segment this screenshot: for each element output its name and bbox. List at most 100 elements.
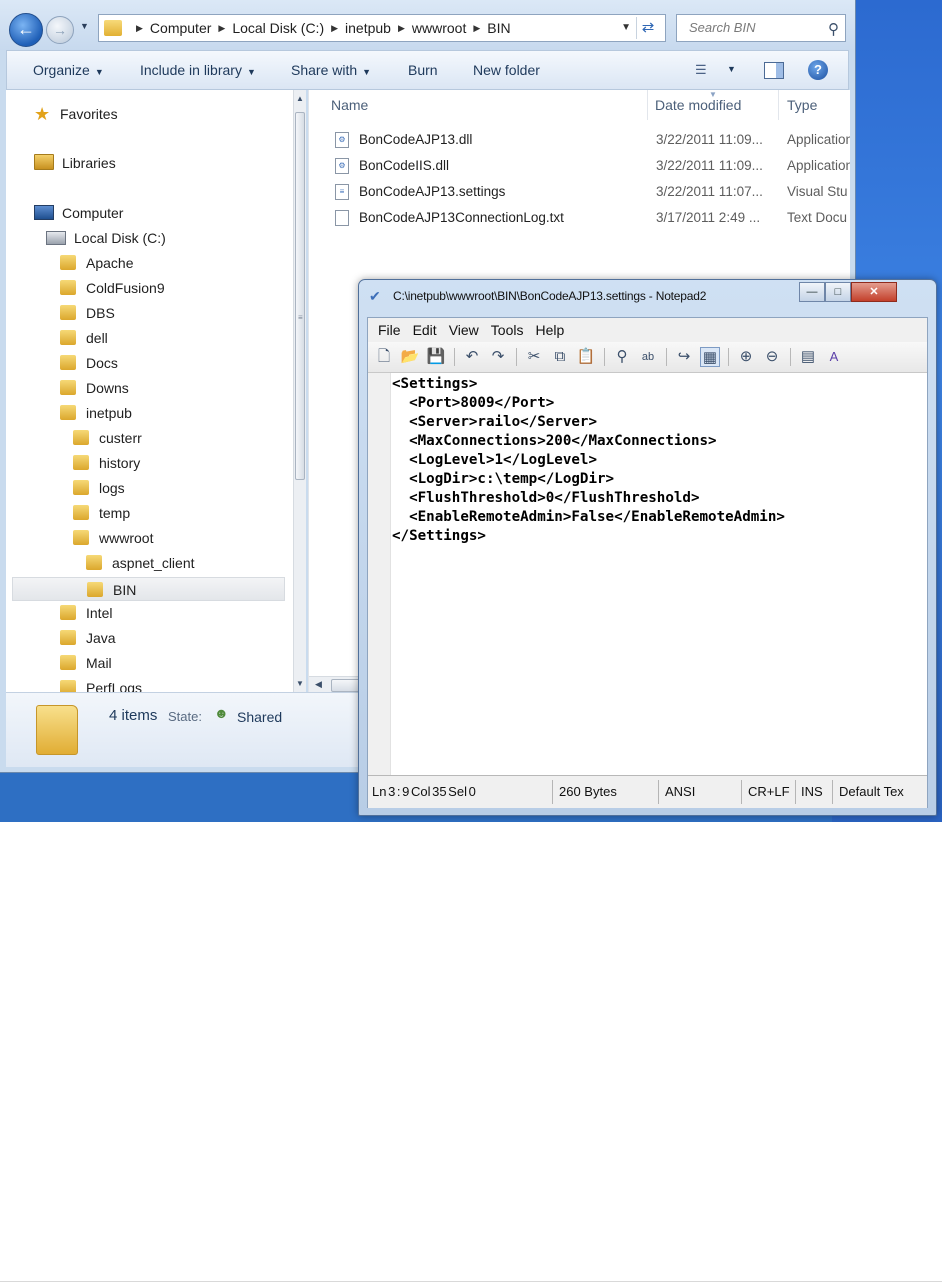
preview-pane-icon[interactable]	[764, 62, 784, 79]
nav-favorites[interactable]: ★ Favorites	[34, 102, 118, 126]
include-in-library-menu[interactable]: Include in library ▼	[140, 51, 256, 89]
star-icon: ★	[34, 104, 51, 124]
scroll-down-icon[interactable]: ▼	[296, 679, 304, 688]
search-icon[interactable]: ⚲	[828, 17, 839, 43]
folder-icon	[60, 605, 76, 620]
status-scheme[interactable]: Default Tex	[839, 776, 919, 808]
breadcrumb-bin[interactable]: BIN	[487, 20, 510, 36]
menu-help[interactable]: Help	[535, 322, 564, 338]
address-history-dropdown-icon[interactable]: ▼	[621, 22, 631, 33]
shared-users-icon: ☻	[214, 705, 229, 721]
nav-scroll-thumb[interactable]: ≡	[295, 112, 305, 480]
menu-tools[interactable]: Tools	[491, 322, 524, 338]
scheme-config-icon[interactable]: ▤	[798, 347, 818, 367]
text-editor[interactable]: <Settings> <Port>8009</Port> <Server>rai…	[368, 373, 927, 775]
status-line-endings[interactable]: CR+LF	[748, 776, 790, 808]
nav-folder-temp[interactable]: temp	[73, 501, 130, 525]
copy-icon[interactable]: ⧉	[550, 347, 570, 367]
nav-folder-docs[interactable]: Docs	[60, 351, 118, 375]
burn-button[interactable]: Burn	[408, 51, 438, 89]
nav-local-disk[interactable]: Local Disk (C:)	[46, 226, 166, 250]
forward-button[interactable]: →	[46, 16, 74, 44]
chevron-right-icon[interactable]: ▶	[398, 23, 405, 34]
help-icon[interactable]: ?	[808, 60, 828, 80]
file-row[interactable]: ≡ BonCodeAJP13.settings 3/22/2011 11:07.…	[329, 180, 850, 204]
menu-edit[interactable]: Edit	[413, 322, 437, 338]
word-wrap-icon[interactable]: ↪	[674, 347, 694, 367]
nav-folder-java[interactable]: Java	[60, 626, 116, 650]
nav-folder-mail[interactable]: Mail	[60, 651, 112, 675]
change-view-icon[interactable]: ☰	[695, 63, 713, 77]
breadcrumb-local-disk[interactable]: Local Disk (C:)	[232, 20, 324, 36]
breadcrumb-wwwroot[interactable]: wwwroot	[412, 20, 466, 36]
nav-computer[interactable]: Computer	[34, 201, 123, 225]
address-bar[interactable]: ▶ Computer ▶ Local Disk (C:) ▶ inetpub ▶…	[98, 14, 666, 42]
close-button[interactable]: ✕	[851, 282, 897, 302]
column-header-date-modified[interactable]: Date modified	[655, 90, 741, 120]
save-icon[interactable]: 💾	[426, 347, 446, 367]
find-icon[interactable]: ⚲	[612, 347, 632, 367]
chevron-right-icon[interactable]: ▶	[473, 23, 480, 34]
zoom-out-icon[interactable]: ⊖	[762, 347, 782, 367]
nav-folder-coldfusion9[interactable]: ColdFusion9	[60, 276, 165, 300]
status-encoding[interactable]: ANSI	[665, 776, 695, 808]
nav-folder-inetpub[interactable]: inetpub	[60, 401, 132, 425]
scroll-up-icon[interactable]: ▲	[296, 94, 304, 103]
file-row[interactable]: ⚙ BonCodeAJP13.dll 3/22/2011 11:09... Ap…	[329, 128, 850, 152]
column-divider[interactable]	[647, 90, 648, 120]
chevron-right-icon[interactable]: ▶	[331, 23, 338, 34]
file-name: BonCodeAJP13.dll	[359, 132, 473, 147]
open-folder-icon[interactable]: 📂	[400, 347, 420, 367]
zoom-in-icon[interactable]: ⊕	[736, 347, 756, 367]
column-header-name[interactable]: Name	[331, 90, 368, 120]
file-row[interactable]: ⚙ BonCodeIIS.dll 3/22/2011 11:09... Appl…	[329, 154, 850, 178]
status-insert-mode[interactable]: INS	[801, 776, 823, 808]
column-header-type[interactable]: Type	[787, 90, 817, 120]
nav-folder-perflogs[interactable]: PerfLogs	[60, 676, 142, 692]
nav-folder-apache[interactable]: Apache	[60, 251, 133, 275]
scroll-left-icon[interactable]: ◀	[315, 679, 322, 690]
nav-folder-history[interactable]: history	[73, 451, 140, 475]
nav-folder-aspnet-client[interactable]: aspnet_client	[86, 551, 195, 575]
cut-icon[interactable]: ✂	[524, 347, 544, 367]
nav-folder-downs[interactable]: Downs	[60, 376, 129, 400]
menu-view[interactable]: View	[449, 322, 479, 338]
menu-bar: File Edit View Tools Help	[368, 318, 927, 342]
redo-icon[interactable]: ↷	[488, 347, 508, 367]
nav-folder-intel[interactable]: Intel	[60, 601, 112, 625]
nav-folder-custerr[interactable]: custerr	[73, 426, 142, 450]
replace-icon[interactable]: ab	[638, 347, 658, 367]
new-file-icon[interactable]: 🗋	[374, 347, 394, 367]
nav-folder-label: PerfLogs	[86, 680, 143, 692]
nav-folder-dbs[interactable]: DBS	[60, 301, 115, 325]
breadcrumb-computer[interactable]: Computer	[150, 20, 211, 36]
share-with-menu[interactable]: Share with ▼	[291, 51, 371, 89]
nav-folder-dell[interactable]: dell	[60, 326, 108, 350]
view-options-dropdown-icon[interactable]: ▼	[727, 64, 736, 74]
file-row[interactable]: BonCodeAJP13ConnectionLog.txt 3/17/2011 …	[329, 206, 850, 230]
back-button[interactable]: ←	[9, 13, 43, 47]
desktop-screenshot: ← → ▼ ▶ Computer ▶ Local Disk (C:) ▶ ine…	[0, 0, 942, 822]
font-icon[interactable]: A	[824, 347, 844, 367]
organize-menu[interactable]: Organize ▼	[33, 51, 104, 89]
nav-scrollbar[interactable]: ▲ ≡ ▼	[293, 90, 306, 692]
column-divider[interactable]	[778, 90, 779, 120]
undo-icon[interactable]: ↶	[462, 347, 482, 367]
refresh-icon[interactable]: ⇄	[636, 17, 659, 39]
menu-file[interactable]: File	[378, 322, 401, 338]
editor-content[interactable]: <Settings> <Port>8009</Port> <Server>rai…	[392, 375, 785, 546]
select-scheme-icon[interactable]: ▦	[700, 347, 720, 367]
nav-libraries[interactable]: Libraries	[34, 151, 116, 175]
paste-icon[interactable]: 📋	[576, 347, 596, 367]
nav-folder-bin[interactable]: BIN	[12, 577, 285, 601]
nav-folder-logs[interactable]: logs	[73, 476, 125, 500]
chevron-right-icon[interactable]: ▶	[218, 23, 225, 34]
maximize-button[interactable]: □	[825, 282, 851, 302]
chevron-right-icon[interactable]: ▶	[136, 23, 143, 34]
minimize-button[interactable]: —	[799, 282, 825, 302]
new-folder-button[interactable]: New folder	[473, 51, 540, 89]
nav-folder-wwwroot[interactable]: wwwroot	[73, 526, 153, 550]
search-input[interactable]: Search BIN ⚲	[676, 14, 846, 42]
recent-pages-dropdown-icon[interactable]: ▼	[80, 21, 92, 33]
breadcrumb-inetpub[interactable]: inetpub	[345, 20, 391, 36]
